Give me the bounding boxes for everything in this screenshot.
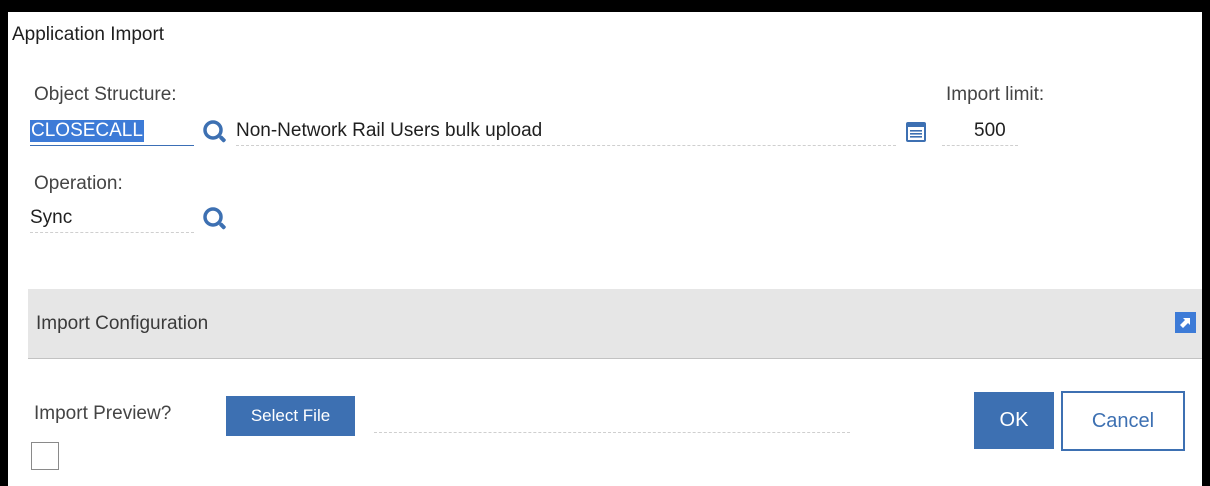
cancel-button[interactable]: Cancel [1061, 391, 1185, 451]
object-structure-description: Non-Network Rail Users bulk upload [236, 119, 543, 141]
file-name-field[interactable] [374, 403, 850, 433]
window-frame-right [1202, 0, 1210, 486]
object-structure-input[interactable]: CLOSECALL [30, 116, 194, 146]
object-structure-value: CLOSECALL [30, 119, 144, 142]
search-icon[interactable] [200, 117, 232, 154]
operation-input[interactable]: Sync [30, 203, 194, 233]
import-limit-input[interactable]: 500 [942, 116, 1018, 146]
operation-value: Sync [30, 206, 73, 228]
detail-menu-icon[interactable] [905, 121, 927, 148]
import-configuration-title: Import Configuration [36, 313, 209, 334]
expand-arrow-icon[interactable] [1175, 312, 1196, 333]
ok-button[interactable]: OK [974, 392, 1054, 449]
window-frame-top [0, 0, 1210, 12]
operation-label: Operation: [34, 173, 123, 194]
import-configuration-section[interactable]: Import Configuration [28, 289, 1202, 359]
import-preview-label: Import Preview? [34, 403, 172, 424]
import-limit-label: Import limit: [946, 84, 1045, 105]
window-frame-left [0, 0, 8, 486]
object-structure-label: Object Structure: [34, 84, 177, 105]
dialog-title: Application Import [12, 24, 165, 45]
select-file-button[interactable]: Select File [226, 396, 355, 436]
object-structure-description-field[interactable]: Non-Network Rail Users bulk upload [236, 116, 896, 146]
import-limit-value: 500 [974, 119, 1006, 141]
import-preview-checkbox[interactable] [31, 442, 59, 470]
search-icon[interactable] [200, 204, 232, 241]
